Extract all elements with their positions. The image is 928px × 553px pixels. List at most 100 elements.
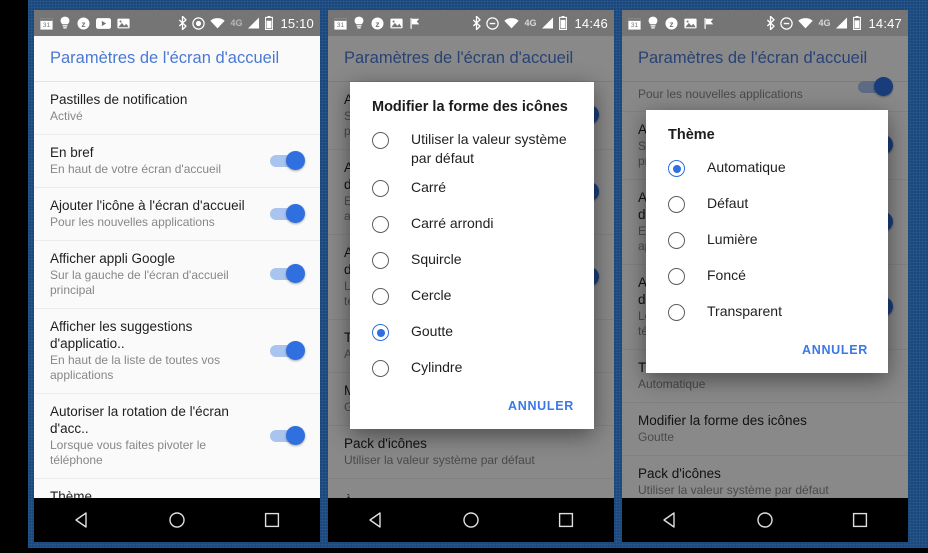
radio-option[interactable]: Lumière	[646, 225, 888, 261]
status-bar-2: 31 z 4G 14:46	[328, 10, 614, 36]
list-item[interactable]: Pack d'icônes Utiliser la valeur système…	[328, 426, 614, 479]
list-item[interactable]: Pour les nouvelles applications	[622, 77, 908, 112]
calendar-icon: 31	[40, 17, 53, 30]
wifi-icon	[798, 17, 814, 28]
phone-screenshot-2: 31 z 4G 14:46 Paramètres de l'écran d'ac…	[328, 10, 614, 542]
radio-button-selected-icon[interactable]	[668, 160, 685, 177]
back-triangle-icon[interactable]	[660, 510, 680, 530]
back-triangle-icon[interactable]	[366, 510, 386, 530]
setting-toggle[interactable]	[270, 150, 305, 170]
setting-subtitle: Goutte	[638, 430, 675, 444]
home-circle-icon[interactable]	[461, 510, 481, 530]
recents-square-icon[interactable]	[262, 510, 282, 530]
list-item[interactable]: En bref En haut de votre écran d'accueil	[34, 135, 320, 188]
photos-icon	[117, 18, 130, 28]
radio-button-unselected-icon[interactable]	[372, 288, 389, 305]
radio-button-selected-icon[interactable]	[372, 324, 389, 341]
photos-icon	[390, 18, 403, 28]
svg-text:z: z	[375, 18, 379, 28]
cancel-button[interactable]: ANNULER	[508, 399, 574, 413]
home-circle-icon[interactable]	[167, 510, 187, 530]
page-title-3: Paramètres de l'écran d'accueil	[638, 49, 868, 67]
bluetooth-icon	[179, 16, 188, 30]
calendar-icon: 31	[334, 17, 347, 30]
bulb-icon	[648, 16, 658, 29]
setting-subtitle: Activé	[50, 109, 83, 123]
list-item[interactable]: Pastilles de notification Activé	[34, 82, 320, 135]
setting-toggle[interactable]	[858, 77, 893, 96]
radio-option[interactable]: Carré arrondi	[350, 209, 594, 245]
radio-button-unselected-icon[interactable]	[668, 304, 685, 321]
page-title-2: Paramètres de l'écran d'accueil	[344, 49, 574, 67]
dialog-actions: ANNULER	[646, 333, 888, 373]
status-time-2: 14:46	[574, 15, 608, 31]
wifi-icon	[504, 17, 520, 28]
signal-icon	[248, 17, 260, 29]
zedge-icon: z	[371, 16, 384, 30]
radio-label: Automatique	[707, 159, 786, 175]
radio-option[interactable]: Défaut	[646, 189, 888, 225]
radio-button-unselected-icon[interactable]	[372, 252, 389, 269]
recents-square-icon[interactable]	[850, 510, 870, 530]
setting-toggle[interactable]	[270, 340, 305, 360]
youtube-icon	[96, 17, 111, 29]
radio-label: Transparent	[707, 303, 782, 319]
dialog-title: Modifier la forme des icônes	[372, 99, 568, 115]
setting-title: Ajouter l'icône à l'écran d'accueil	[50, 198, 245, 213]
location-icon	[192, 16, 206, 30]
bluetooth-icon	[473, 16, 482, 30]
bulb-icon	[354, 16, 364, 29]
recents-square-icon[interactable]	[556, 510, 576, 530]
wifi-icon	[210, 17, 226, 28]
radio-option[interactable]: Carré	[350, 173, 594, 209]
radio-button-unselected-icon[interactable]	[372, 360, 389, 377]
radio-label: Défaut	[707, 195, 749, 211]
battery-icon	[265, 16, 274, 30]
setting-subtitle: Lorsque vous faites pivoter le téléphone	[50, 438, 207, 467]
radio-option-selected[interactable]: Goutte	[350, 317, 594, 353]
radio-option[interactable]: Transparent	[646, 297, 888, 333]
zedge-icon: z	[77, 16, 90, 30]
radio-button-unselected-icon[interactable]	[668, 196, 685, 213]
status-icons-left-1: 31 z	[40, 16, 130, 30]
phone-screenshot-3: 31 z 4G 14:47 Paramètres de l'écran d'ac…	[622, 10, 908, 542]
bluetooth-icon	[767, 16, 776, 30]
radio-button-unselected-icon[interactable]	[372, 180, 389, 197]
flag-icon	[410, 17, 420, 29]
dialog-title: Thème	[668, 127, 715, 143]
setting-toggle[interactable]	[270, 425, 305, 445]
setting-subtitle: Pour les nouvelles applications	[638, 87, 803, 101]
cancel-button[interactable]: ANNULER	[802, 343, 868, 357]
svg-text:z: z	[669, 18, 673, 28]
status-icons-left-3: 31 z	[628, 16, 716, 30]
setting-toggle[interactable]	[270, 203, 305, 223]
network-4g-label: 4G	[230, 18, 243, 28]
radio-option[interactable]: Cylindre	[350, 353, 594, 389]
setting-subtitle: Utiliser la valeur système par défaut	[638, 483, 829, 497]
list-item[interactable]: Autoriser la rotation de l'écran d'acc..…	[34, 394, 320, 479]
svg-text:31: 31	[337, 22, 345, 29]
list-item[interactable]: Ajouter l'icône à l'écran d'accueil Pour…	[34, 188, 320, 241]
icon-shape-dialog: Modifier la forme des icônes Utiliser la…	[350, 82, 594, 429]
radio-option[interactable]: Squircle	[350, 245, 594, 281]
setting-toggle[interactable]	[270, 264, 305, 283]
radio-label: Squircle	[411, 251, 462, 267]
radio-option[interactable]: Foncé	[646, 261, 888, 297]
app-header-1: Paramètres de l'écran d'accueil	[34, 36, 320, 82]
radio-button-unselected-icon[interactable]	[372, 216, 389, 233]
radio-option-selected[interactable]: Automatique	[646, 153, 888, 189]
radio-button-unselected-icon[interactable]	[668, 268, 685, 285]
list-item[interactable]: Afficher les suggestions d'applicatio.. …	[34, 309, 320, 394]
back-triangle-icon[interactable]	[72, 510, 92, 530]
radio-label: Goutte	[411, 323, 454, 339]
list-item[interactable]: Afficher appli Google Sur la gauche de l…	[34, 241, 320, 309]
radio-button-unselected-icon[interactable]	[372, 132, 389, 149]
list-item[interactable]: Modifier la forme des icônes Goutte	[622, 403, 908, 456]
bulb-icon	[60, 16, 70, 29]
radio-button-unselected-icon[interactable]	[668, 232, 685, 249]
setting-subtitle: Sur la gauche de l'écran d'accueil princ…	[50, 268, 229, 297]
location-icon	[486, 16, 500, 30]
radio-option[interactable]: Utiliser la valeur système par défaut	[350, 125, 594, 173]
radio-option[interactable]: Cercle	[350, 281, 594, 317]
home-circle-icon[interactable]	[755, 510, 775, 530]
